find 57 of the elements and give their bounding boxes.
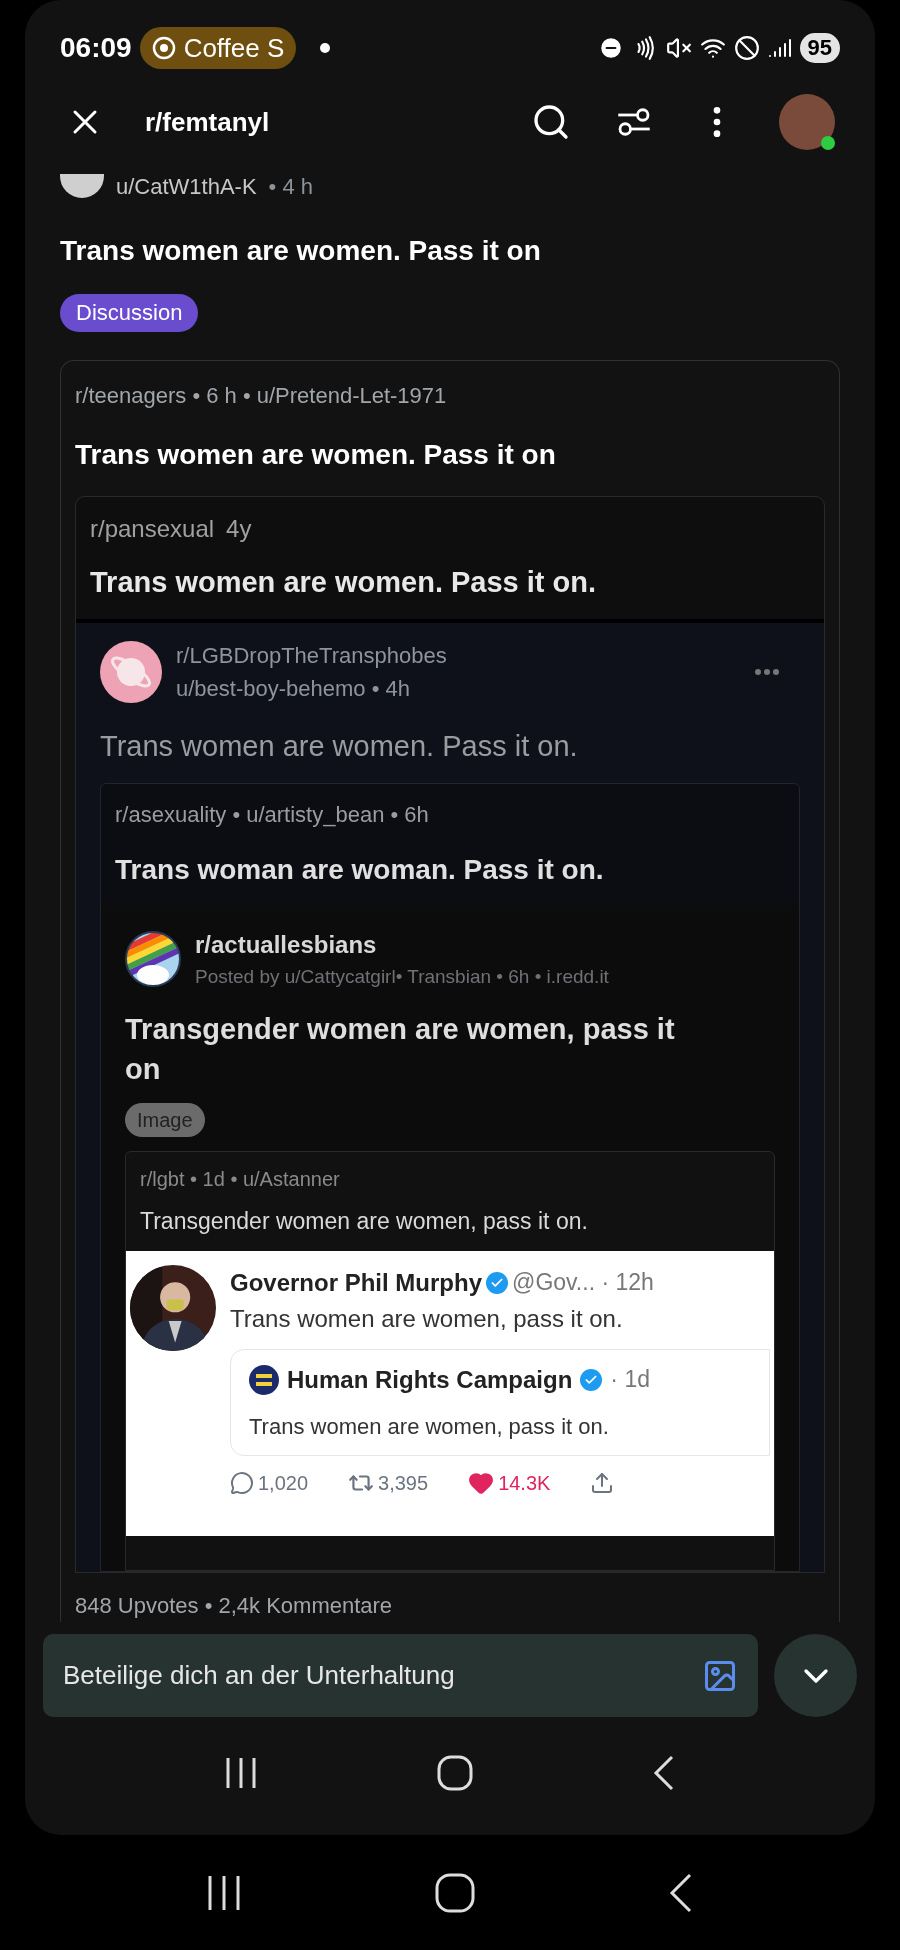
recent-apps-icon[interactable] (224, 1756, 259, 1790)
crosspost-title: Trans women are women. Pass it on (75, 438, 557, 472)
battery-level: 95 (799, 33, 840, 63)
stat-count: 14.3K (498, 1470, 551, 1496)
stat-count: 1,020 (258, 1470, 309, 1496)
stat-count: 3,395 (378, 1470, 429, 1496)
equality-logo (249, 1364, 279, 1395)
home-icon[interactable] (437, 1755, 473, 1791)
verified-icon (486, 1271, 509, 1294)
post-title: Trans women are women. Pass it on. (90, 565, 598, 600)
tweet-handle: @Gov... · 12h (512, 1268, 654, 1298)
quoted-author: Human Rights Campaign (287, 1364, 573, 1395)
subreddit-name: r/pansexual (90, 514, 215, 544)
subreddit-name: r/LGBDropTheTransphobes (176, 642, 447, 670)
avatar[interactable] (779, 94, 835, 150)
home-icon[interactable] (435, 1872, 475, 1913)
blocked-icon (733, 35, 760, 61)
post-meta: r/asexuality • u/artisty_bean • 6h (115, 800, 430, 829)
post-title: Trans woman are woman. Pass it on. (115, 852, 605, 887)
back-icon[interactable] (667, 1872, 694, 1913)
tweet-text: Trans women are women, pass it on. (230, 1303, 624, 1334)
post-author[interactable]: u/CatW1thA-K (116, 169, 257, 203)
recent-apps-icon[interactable] (206, 1873, 243, 1912)
tweet-author: Governor Phil Murphy (230, 1267, 483, 1298)
post-title: Trans women are women. Pass it on (60, 234, 542, 268)
subreddit-title: r/femtanyl (145, 105, 270, 139)
post-title: Transgender women are women, pass it on (125, 1012, 676, 1087)
verified-icon (580, 1368, 603, 1391)
post-flair: Image (125, 1103, 205, 1137)
crosspost-card[interactable] (60, 360, 840, 1622)
post-flair[interactable]: Discussion (60, 294, 199, 332)
post-meta: r/lgbt • 1d • u/Astanner (140, 1167, 341, 1192)
play-circle-icon (151, 36, 176, 60)
back-icon[interactable] (651, 1755, 676, 1791)
quoted-time: · 1d (610, 1365, 650, 1395)
subreddit-name: r/actuallesbians (195, 929, 378, 960)
post-byline: Posted by u/Cattycatgirl• Transbian • 6h • i.redd.it (195, 964, 609, 989)
comment-field[interactable]: Beteilige dich an der Unterhaltung (43, 1634, 758, 1717)
post-age: 4y (226, 514, 252, 544)
planet-avatar (100, 641, 162, 703)
crosspost-meta: r/teenagers • 6 h • u/Pretend-Let-1971 (75, 382, 448, 410)
post-title: Transgender women are women, pass it on. (140, 1207, 589, 1236)
reply-icon[interactable] (230, 1470, 254, 1495)
post-body: Trans women are women. Pass it on. (100, 729, 579, 764)
clock: 06:09 (60, 31, 132, 65)
media-pill[interactable]: Coffee S (139, 27, 297, 69)
user-avatar[interactable] (60, 174, 104, 198)
quoted-text: Trans women are women, pass it on. (249, 1412, 610, 1441)
post-time: • 4 h (268, 172, 313, 201)
notification-dot-icon (320, 43, 331, 53)
search-icon[interactable] (531, 102, 571, 142)
signal-icon (767, 36, 792, 60)
post-byline: u/best-boy-behemo • 4h (176, 675, 411, 703)
share-icon[interactable] (590, 1470, 615, 1495)
vote-summary: 848 Upvotes • 2,4k Kommentare (75, 1592, 394, 1620)
mute-icon (665, 35, 692, 61)
rainbow-avatar (125, 930, 181, 987)
